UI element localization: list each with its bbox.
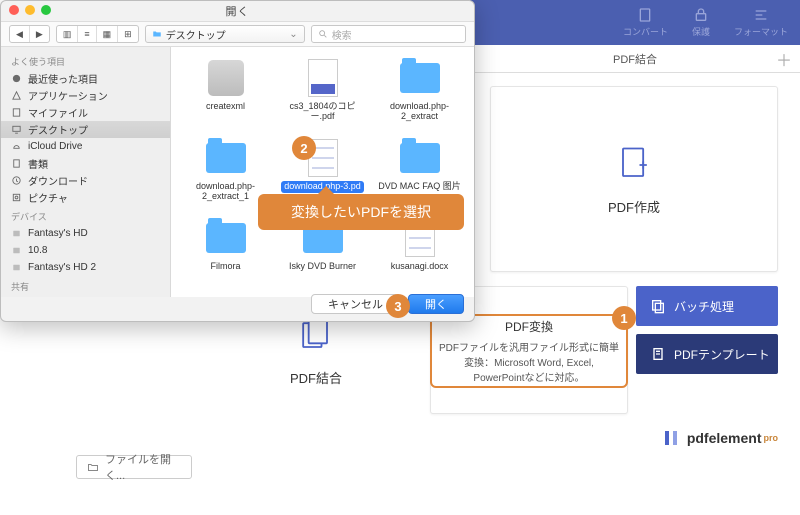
folder-open-icon [87, 461, 99, 473]
pdf-icon [308, 59, 338, 97]
sidebar-item-desktop[interactable]: デスクトップ [1, 121, 170, 138]
card-pdf-create[interactable]: PDF作成 [490, 86, 778, 272]
nav-back-forward[interactable]: ◀▶ [9, 25, 50, 43]
sidebar-item[interactable]: アプリケーション [1, 87, 170, 104]
toolbar-item[interactable]: 保護 [692, 7, 710, 38]
path-dropdown[interactable]: デスクトップ⌄ [145, 25, 305, 43]
sidebar-item[interactable]: 10.8 [1, 242, 170, 259]
folder-icon [152, 29, 162, 39]
folder-icon [206, 223, 246, 253]
sidebar-heading: デバイス [1, 206, 170, 225]
sidebar-heading: よく使う項目 [1, 51, 170, 70]
card-label: PDF結合 [290, 368, 342, 387]
template-icon [650, 346, 666, 362]
file-item[interactable]: cs3_1804のコピー.pdf [274, 53, 371, 133]
step-badge-1: 1 [612, 306, 636, 330]
file-plus-icon [612, 143, 656, 187]
sidebar-item[interactable]: ダウンロード [1, 172, 170, 189]
traffic-lights[interactable] [9, 5, 51, 15]
dialog-titlebar: 開く [1, 1, 474, 21]
brand-logo: pdfelementpro [665, 430, 778, 446]
search-icon [318, 29, 328, 39]
add-icon[interactable]: ＋ [776, 47, 792, 71]
open-dialog: 開く ◀▶ ▥≡▦⊞ デスクトップ⌄ 検索 よく使う項目 最近使った項目 アプリ… [0, 0, 475, 322]
sidebar-item[interactable]: マイファイル [1, 104, 170, 121]
toolbar-item[interactable]: コンバート [623, 7, 668, 38]
batch-button[interactable]: バッチ処理 [636, 286, 778, 326]
sidebar-item[interactable]: ピクチャ [1, 189, 170, 206]
sidebar-item[interactable]: Fantasy's HD 2 [1, 259, 170, 276]
view-switcher[interactable]: ▥≡▦⊞ [56, 25, 139, 43]
step-badge-3: 3 [386, 294, 410, 318]
template-button[interactable]: PDFテンプレート [636, 334, 778, 374]
dialog-sidebar: よく使う項目 最近使った項目 アプリケーション マイファイル デスクトップ iC… [1, 47, 171, 297]
toolbar-item[interactable]: フォーマット [734, 7, 788, 38]
app-icon [208, 60, 244, 96]
open-button[interactable]: 開く [408, 294, 464, 314]
sidebar-item[interactable]: 最近使った項目 [1, 70, 170, 87]
step-badge-2: 2 [292, 136, 316, 160]
folder-icon [400, 143, 440, 173]
app-toolbar: コンバート 保護 フォーマット [470, 0, 800, 45]
file-grid: createxml cs3_1804のコピー.pdf download.php-… [171, 47, 474, 297]
sidebar-item[interactable]: 書類 [1, 155, 170, 172]
file-item[interactable]: download.php-2_extract [371, 53, 468, 133]
sidebar-item[interactable]: iCloud Drive [1, 138, 170, 155]
card-label: PDF作成 [608, 197, 660, 216]
callout-select-pdf: 変換したいPDFを選択 [258, 194, 464, 230]
file-item[interactable]: createxml [177, 53, 274, 133]
batch-icon [650, 298, 666, 314]
folder-icon [400, 63, 440, 93]
convert-tooltip: PDF変換 PDFファイルを汎用ファイル形式に簡単変換：Microsoft Wo… [430, 314, 628, 388]
path-bar: ◀▶ ▥≡▦⊞ デスクトップ⌄ 検索 [1, 21, 474, 47]
sidebar-heading: 共有 [1, 276, 170, 295]
search-input[interactable]: 検索 [311, 25, 466, 43]
open-file-button[interactable]: ファイルを開く... [76, 455, 192, 479]
sidebar-item[interactable]: Fantasy's HD [1, 225, 170, 242]
folder-icon [206, 143, 246, 173]
sub-bar: PDF結合＋ [470, 45, 800, 73]
